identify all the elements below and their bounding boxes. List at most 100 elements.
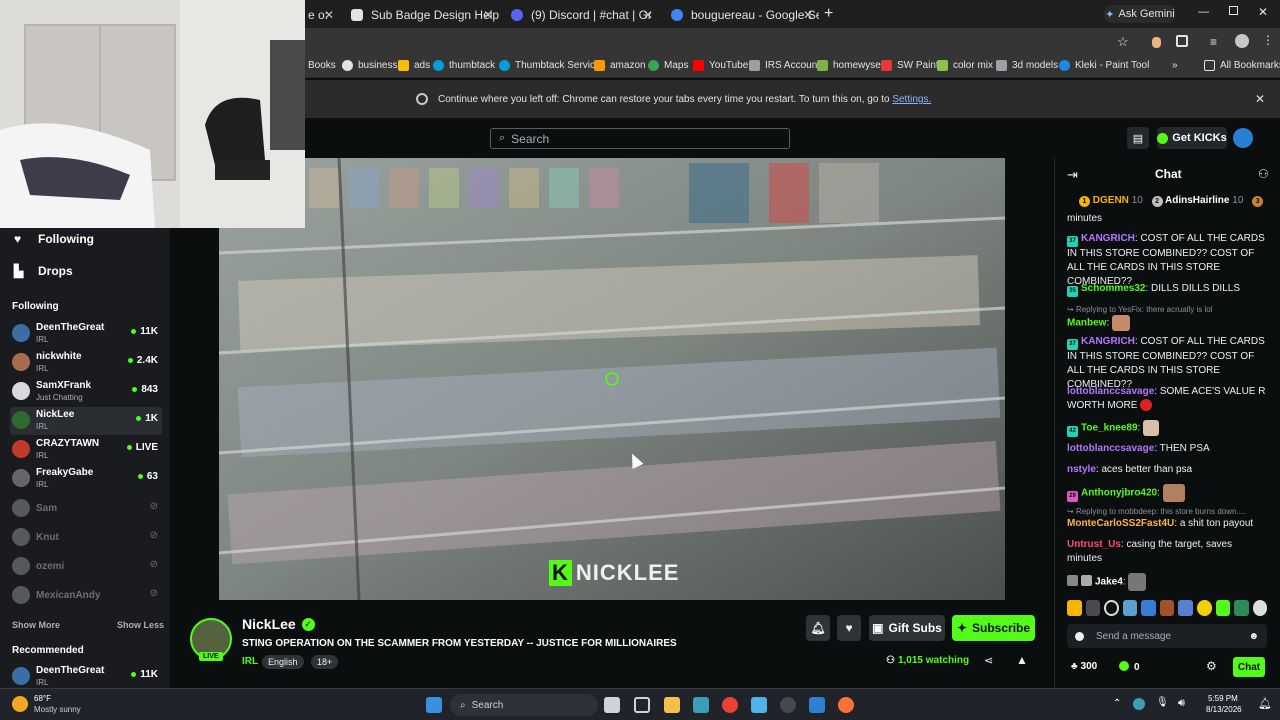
settings-link[interactable]: Settings. [892, 94, 931, 105]
bookmark-item[interactable]: 3d models [996, 60, 1058, 71]
weather-temp[interactable]: 68°F [34, 694, 51, 703]
taskview-icon[interactable] [604, 697, 620, 713]
emote-icon[interactable] [1122, 600, 1138, 616]
close-icon[interactable]: ✕ [324, 8, 334, 22]
chat-username[interactable]: Manbew [1067, 318, 1106, 329]
browser-tab[interactable]: (9) Discord | #chat | Greatwhite✕ [503, 4, 659, 26]
recommended-channel[interactable]: DeenTheGreat IRL 11K [10, 663, 162, 691]
emote-icon[interactable] [1178, 600, 1193, 616]
show-less-button[interactable]: Show Less [117, 620, 164, 630]
emote-icon[interactable] [1104, 600, 1119, 616]
chat-username[interactable]: KANGRICH [1081, 336, 1135, 347]
bookmark-item[interactable]: SW Paint [881, 60, 939, 71]
chat-username[interactable]: Untrust_Us [1067, 539, 1121, 550]
weather-desc[interactable]: Mostly sunny [34, 705, 81, 714]
chat-send-button[interactable]: Chat [1233, 657, 1265, 677]
volume-icon[interactable]: 🔊︎ [1178, 697, 1185, 710]
emote-icon[interactable] [1141, 600, 1156, 616]
following-channel[interactable]: NickLee IRL 1K [10, 407, 162, 435]
tray-app-icon[interactable] [1133, 698, 1145, 710]
share-icon[interactable]: ⋖ [984, 654, 993, 667]
emote-icon[interactable] [1215, 600, 1231, 616]
tray-overflow-icon[interactable]: ⌃ [1113, 698, 1121, 709]
bookmark-item[interactable]: Kleki - Paint Tool [1059, 60, 1149, 71]
extension-icon[interactable] [1152, 37, 1161, 48]
following-channel[interactable]: SamXFrank Just Chatting 843 [10, 378, 162, 406]
start-icon[interactable] [426, 697, 442, 713]
notification-icon[interactable]: 🔔︎ [1258, 697, 1272, 710]
collapse-chat-icon[interactable]: ⇥ [1067, 167, 1078, 183]
follow-heart-button[interactable]: ♥ [837, 615, 861, 641]
emote-icon[interactable] [1085, 600, 1101, 616]
offline-channel[interactable]: MexicanAndy ⊘ [10, 582, 162, 610]
streamer-name[interactable]: NickLee [242, 616, 296, 632]
puzzle-icon[interactable] [1176, 35, 1188, 47]
close-icon[interactable]: ✕ [483, 8, 493, 22]
channel-points[interactable]: ♣ 300 [1071, 661, 1097, 672]
layout-icon[interactable]: ▤ [1127, 127, 1149, 149]
following-channel[interactable]: nickwhite IRL 2.4K [10, 349, 162, 377]
emote-icon[interactable] [1067, 600, 1082, 616]
bookmark-star-icon[interactable]: ☆ [1117, 34, 1129, 50]
nav-following[interactable]: ♥ Following [14, 232, 94, 246]
chat-username[interactable]: Schommes32 [1081, 283, 1145, 294]
chat-username[interactable]: KANGRICH [1081, 233, 1135, 244]
chat-username[interactable]: Anthonyjbro420 [1081, 488, 1157, 499]
maximize-icon[interactable] [1229, 6, 1238, 15]
bookmark-item[interactable]: amazon [594, 60, 646, 71]
app-icon[interactable] [780, 697, 796, 713]
emote-icon[interactable] [1234, 600, 1249, 616]
following-channel[interactable]: FreakyGabe IRL 63 [10, 465, 162, 493]
app-icon[interactable] [693, 697, 709, 713]
taskbar-search[interactable]: ⌕ Search [450, 694, 598, 716]
offline-channel[interactable]: Sam ⊘ [10, 495, 162, 523]
close-icon[interactable]: ✕ [1255, 92, 1265, 106]
menu-icon[interactable]: ⋮ [1262, 33, 1274, 47]
browser-tab[interactable]: bouguereau - Google Search✕ [663, 4, 819, 26]
app-icon[interactable] [809, 697, 825, 713]
chat-settings-icon[interactable]: ⚙ [1206, 659, 1217, 673]
close-icon[interactable]: ✕ [643, 8, 653, 22]
get-kicks-button[interactable]: Get KICKs [1157, 127, 1227, 149]
user-avatar[interactable] [1233, 128, 1253, 148]
offline-channel[interactable]: ozemi ⊘ [10, 553, 162, 581]
browser-tab[interactable]: Sub Badge Design Help ✕ [343, 4, 499, 26]
tag-pill[interactable]: English [262, 655, 304, 669]
bookmarks-overflow-icon[interactable]: » [1172, 60, 1178, 71]
file-explorer-icon[interactable] [664, 697, 680, 713]
kicks-balance[interactable]: 0 [1119, 661, 1140, 673]
send-message-input[interactable]: Send a message ☻ [1067, 624, 1267, 648]
chat-username[interactable]: lottoblanccsavage [1067, 443, 1154, 454]
all-bookmarks[interactable]: All Bookmarks [1204, 60, 1280, 71]
chat-username[interactable]: Jake4 [1095, 577, 1123, 588]
firefox-icon[interactable] [838, 697, 854, 713]
following-channel[interactable]: CRAZYTAWN IRL LIVE [10, 436, 162, 464]
emote-icon[interactable] [1252, 600, 1268, 616]
new-tab-icon[interactable]: + [824, 5, 833, 23]
emote-icon[interactable] [1159, 600, 1175, 616]
chat-username[interactable]: Toe_knee89 [1081, 423, 1138, 434]
bookmark-item[interactable]: business [342, 60, 397, 71]
bookmark-item[interactable]: homewyse [817, 60, 881, 71]
following-channel[interactable]: DeenTheGreat IRL 11K [10, 320, 162, 348]
profile-avatar[interactable] [1235, 34, 1249, 48]
bookmark-item[interactable]: thumbtack [433, 60, 495, 71]
report-icon[interactable]: ▲ [1016, 653, 1028, 667]
chat-users-icon[interactable]: ⚇ [1258, 167, 1269, 181]
close-icon[interactable]: ✕ [803, 8, 813, 22]
notes-icon[interactable] [634, 697, 650, 713]
minimize-icon[interactable]: — [1198, 6, 1209, 18]
chrome-icon[interactable] [722, 697, 738, 713]
bookmark-item[interactable]: color mix [937, 60, 993, 71]
offline-channel[interactable]: Knut ⊘ [10, 524, 162, 552]
chat-username[interactable]: lottoblanccsavage [1067, 386, 1154, 397]
microphone-icon[interactable]: 🎙︎ [1156, 697, 1169, 708]
subscribe-button[interactable]: ✦ Subscribe [952, 615, 1035, 641]
bookmark-item[interactable]: YouTube [693, 60, 748, 71]
emote-icon[interactable] [1196, 600, 1212, 616]
bookmark-item[interactable]: Books [308, 60, 336, 71]
bookmark-item[interactable]: Thumbtack Services [499, 60, 606, 71]
close-window-icon[interactable]: ✕ [1258, 5, 1268, 19]
notification-bell-button[interactable]: 🔔︎ [806, 615, 830, 641]
gift-subs-button[interactable]: ▣ Gift Subs [869, 615, 945, 641]
